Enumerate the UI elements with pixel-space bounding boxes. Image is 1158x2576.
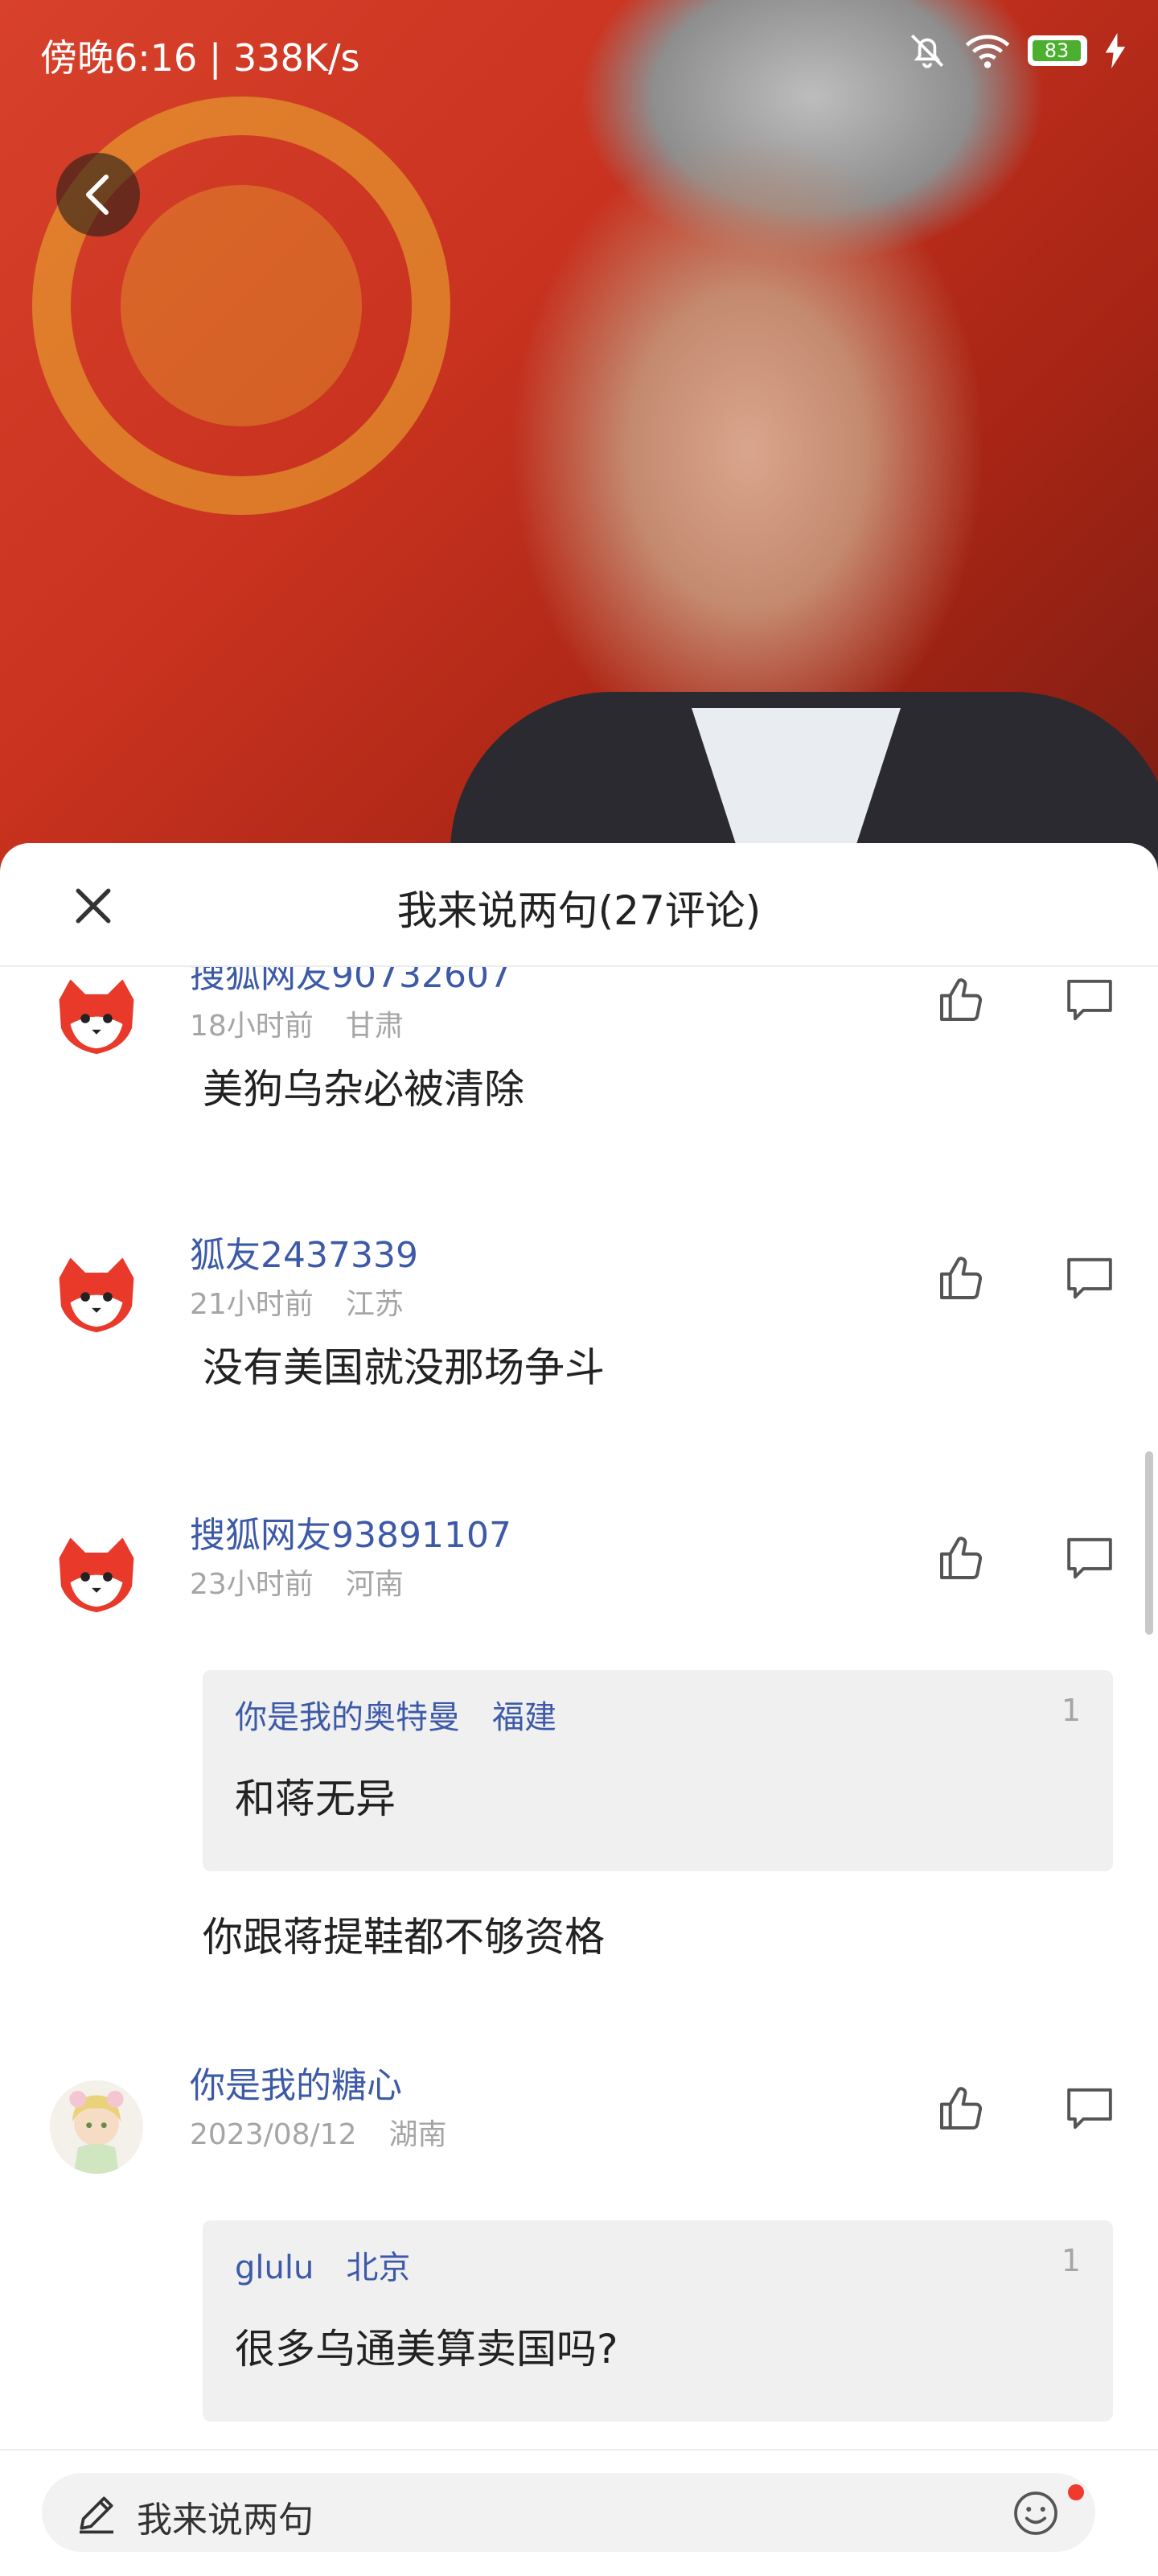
reply-button[interactable]: [1062, 972, 1118, 1028]
sheet-title: 我来说两句(27评论): [396, 887, 762, 934]
reply-button[interactable]: [1062, 1250, 1118, 1307]
comment-list[interactable]: 搜狐网友90732607 18小时前 甘肃 美狗乌杂必被清除 狐友2437339 …: [0, 967, 1158, 2447]
wifi-icon: [965, 35, 1010, 68]
pencil-icon: [80, 2496, 113, 2534]
quoted-reply[interactable]: glulu 北京 1 很多乌通美算卖国吗?: [203, 2220, 1113, 2422]
sheet-header: 我来说两句(27评论): [0, 843, 1158, 967]
battery-icon: 83: [1028, 35, 1087, 66]
quoted-user: 你是我的奥特曼 福建: [235, 1699, 556, 1736]
comment-bubble-icon: [1067, 1537, 1112, 1579]
comment-username[interactable]: 你是我的糖心: [190, 2056, 402, 2108]
comment-text: 没有美国就没那场争斗: [203, 1344, 605, 1391]
status-bar: 傍晚6:16 | 338K/s 83: [0, 0, 1158, 105]
back-button[interactable]: [56, 153, 140, 237]
quote-floor-number: 1: [1061, 1693, 1081, 1728]
comment-text: 美狗乌杂必被清除: [203, 1066, 524, 1113]
comment-bubble-icon: [1067, 1257, 1112, 1299]
reply-button[interactable]: [1062, 2080, 1118, 2137]
quoted-text: 很多乌通美算卖国吗?: [235, 2326, 618, 2372]
mute-bell-icon: [910, 34, 944, 68]
comment-meta: 18小时前 甘肃: [190, 1010, 404, 1043]
fox-avatar-icon: [59, 1537, 134, 1613]
scrollbar[interactable]: [1145, 1451, 1153, 1635]
thumbs-up-icon: [940, 978, 983, 1021]
fox-avatar-icon: [59, 979, 134, 1055]
thumbs-up-icon: [940, 1537, 983, 1579]
charging-bolt-icon: [1105, 33, 1126, 68]
anime-girl-avatar-icon: [50, 2080, 143, 2174]
emoji-icon[interactable]: [1012, 2489, 1060, 2537]
comment-username[interactable]: 搜狐网友90732607: [190, 967, 511, 998]
comments-sheet: 我来说两句(27评论) 搜狐网友90732607 18小时前 甘肃 美狗乌杂必被清…: [0, 843, 1158, 2574]
comment-meta: 21小时前 江苏: [190, 1288, 404, 1321]
quoted-user: glulu 北京: [235, 2249, 411, 2286]
avatar[interactable]: [50, 2080, 143, 2174]
comment-meta: 23小时前 河南: [190, 1568, 404, 1601]
chevron-left-icon: [86, 175, 109, 215]
like-button[interactable]: [933, 1250, 989, 1307]
avatar[interactable]: [50, 1250, 143, 1344]
fox-avatar-icon: [59, 1257, 134, 1333]
quoted-text: 和蒋无异: [235, 1776, 396, 1822]
comment-input-placeholder: 我来说两句: [137, 2500, 314, 2541]
comment-bubble-icon: [1067, 2088, 1112, 2130]
comment-meta: 2023/08/12 湖南: [190, 2118, 447, 2151]
comment-text: 你跟蒋提鞋都不够资格: [203, 1914, 605, 1961]
reply-button[interactable]: [1062, 1530, 1118, 1586]
avatar[interactable]: [50, 972, 143, 1065]
comment-bubble-icon: [1067, 979, 1112, 1021]
quote-floor-number: 1: [1061, 2243, 1081, 2278]
thumbs-up-icon: [940, 2087, 983, 2130]
comment-username[interactable]: 搜狐网友93891107: [190, 1506, 511, 1558]
avatar[interactable]: [50, 1530, 143, 1623]
like-button[interactable]: [933, 1530, 989, 1586]
like-button[interactable]: [933, 2080, 989, 2137]
like-button[interactable]: [933, 972, 989, 1028]
comment-input-bar: 我来说两句: [0, 2449, 1158, 2576]
thumbs-up-icon: [940, 1257, 983, 1299]
status-time: 傍晚6:16 | 338K/s: [40, 36, 360, 80]
comment-username[interactable]: 狐友2437339: [190, 1226, 418, 1278]
article-cover-photo: [0, 0, 1158, 885]
notification-dot: [1068, 2484, 1084, 2500]
comment-input[interactable]: 我来说两句: [42, 2473, 1095, 2552]
quoted-reply[interactable]: 你是我的奥特曼 福建 1 和蒋无异: [203, 1670, 1113, 1871]
